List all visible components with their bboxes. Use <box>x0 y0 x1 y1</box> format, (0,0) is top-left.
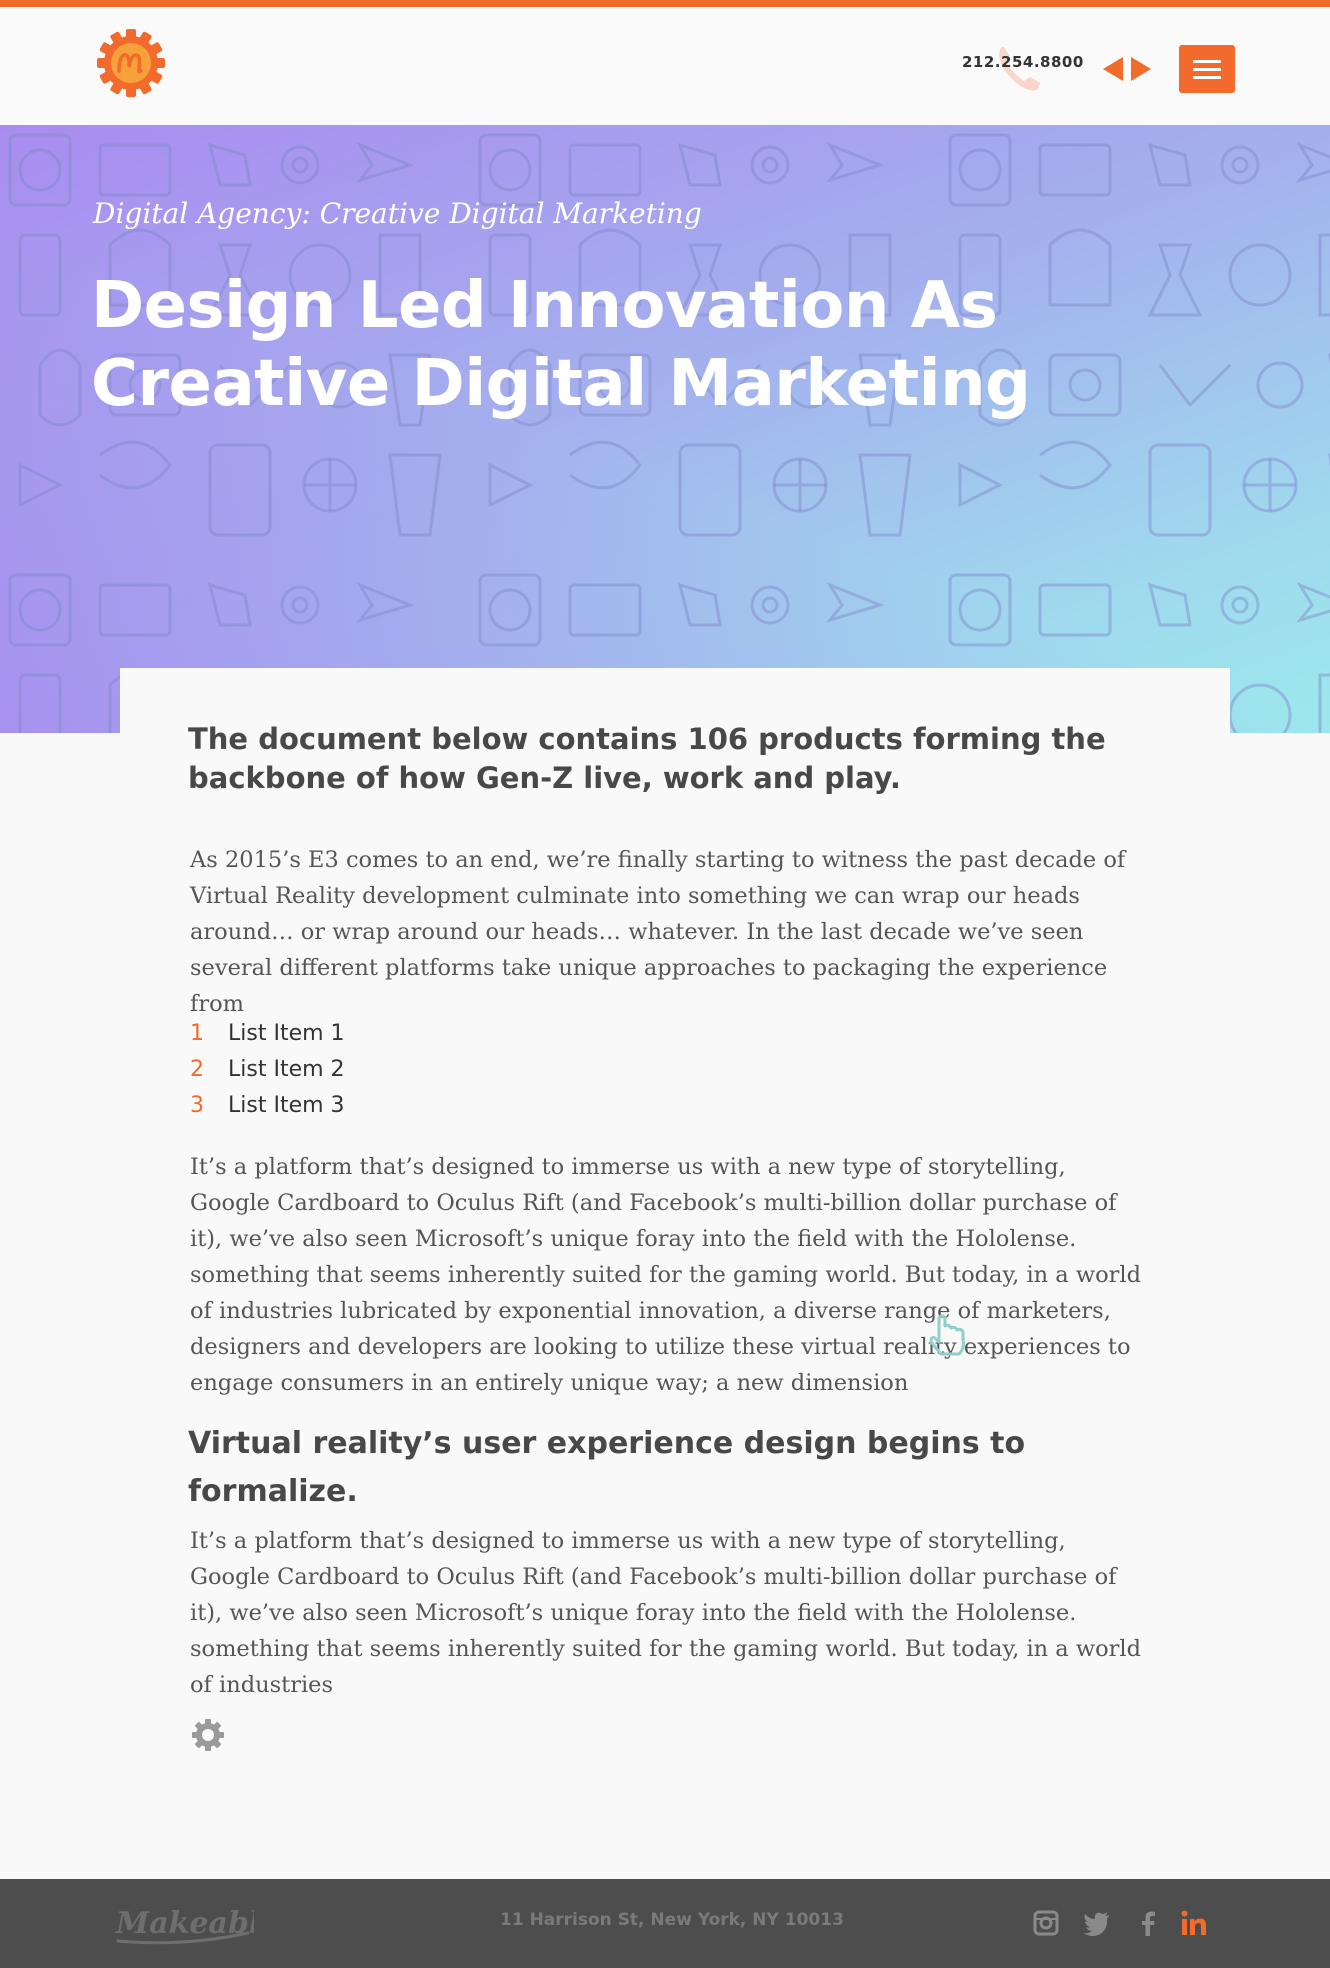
list-item-number: 1 <box>190 1021 204 1046</box>
menu-button[interactable] <box>1179 45 1235 93</box>
hamburger-icon-bar <box>1193 75 1221 79</box>
list-item: 3 List Item 3 <box>190 1088 345 1124</box>
site-header: 212.254.8800 <box>0 7 1330 125</box>
list-item: 2 List Item 2 <box>190 1052 345 1088</box>
instagram-icon[interactable] <box>1031 1908 1061 1938</box>
numbered-list: 1 List Item 1 2 List Item 2 3 List Item 3 <box>190 1016 345 1124</box>
list-item-number: 3 <box>190 1093 204 1118</box>
list-item-label: List Item 3 <box>228 1093 345 1118</box>
hero-title-line-1: Design Led Innovation As <box>91 269 998 343</box>
article-lead: The document below contains 106 products… <box>188 722 1106 795</box>
article-subheading: Virtual reality’s user experience design… <box>188 1426 1026 1509</box>
gear-logo-icon <box>97 29 165 97</box>
article-paragraph-1: As 2015’s E3 comes to an end, we’re fina… <box>190 847 1126 1017</box>
twitter-icon[interactable] <box>1082 1908 1112 1938</box>
list-item-label: List Item 2 <box>228 1057 345 1082</box>
article-paragraph-2: It’s a platform that’s designed to immer… <box>190 1154 1142 1396</box>
pointer-hand-icon <box>929 1314 965 1356</box>
facebook-icon[interactable] <box>1133 1908 1163 1938</box>
list-item-label: List Item 1 <box>228 1021 345 1046</box>
hero-title-line-2: Creative Digital Marketing <box>91 347 1031 421</box>
hero-banner: Digital Agency: Creative Digital Marketi… <box>0 125 1330 733</box>
settings-gear-icon[interactable] <box>191 1718 225 1752</box>
makeable-logo[interactable]: Makeable <box>112 1899 254 1949</box>
list-item: 1 List Item 1 <box>190 1016 345 1052</box>
site-footer: Makeable 11 Harrison St, New York, NY 10… <box>0 1879 1330 1968</box>
prev-next-arrows-icon[interactable] <box>1103 55 1151 83</box>
top-accent-bar <box>0 0 1330 7</box>
hamburger-icon-bar <box>1193 67 1221 71</box>
phone-number-link[interactable]: 212.254.8800 <box>962 53 1084 71</box>
linkedin-icon[interactable] <box>1179 1908 1209 1938</box>
hero-title: Design Led Innovation As Creative Digita… <box>91 267 1091 423</box>
list-item-number: 2 <box>190 1057 204 1082</box>
footer-address: 11 Harrison St, New York, NY 10013 <box>500 1910 844 1930</box>
hamburger-icon-bar <box>1193 59 1221 63</box>
hero-eyebrow: Digital Agency: Creative Digital Marketi… <box>93 197 702 230</box>
article-paragraph-3: It’s a platform that’s designed to immer… <box>190 1528 1142 1698</box>
